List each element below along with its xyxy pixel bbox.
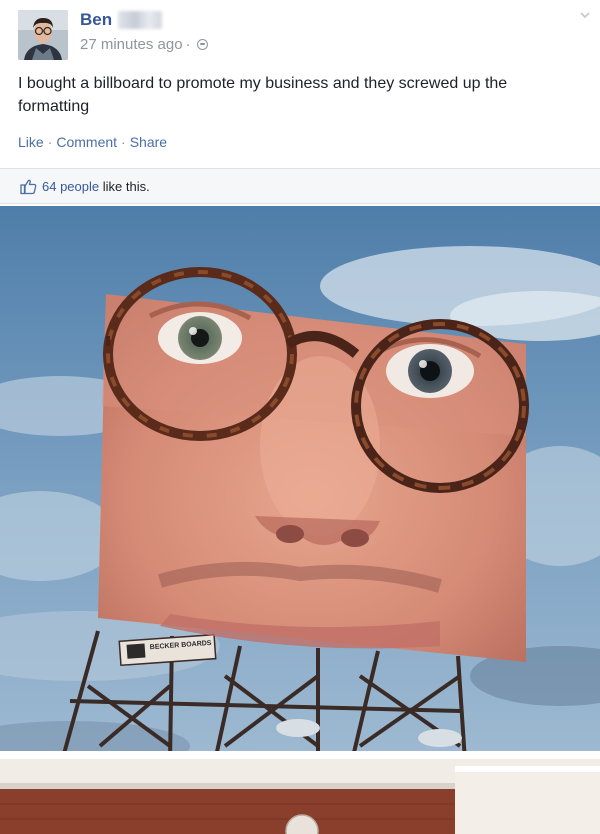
author-name[interactable]: Ben (80, 10, 112, 30)
action-separator: · (121, 134, 126, 150)
globe-icon[interactable] (196, 39, 208, 50)
post-header: Ben 27 minutes ago · (0, 0, 600, 66)
post-text: I bought a billboard to promote my busin… (18, 75, 508, 115)
post-actions: Like · Comment · Share (18, 134, 167, 150)
post-photo[interactable]: BECKER BOARDS (0, 206, 600, 834)
likes-count[interactable]: 64 people (42, 179, 99, 194)
likes-summary: 64 people like this. (42, 179, 150, 194)
timestamp[interactable]: 27 minutes ago (80, 36, 183, 53)
billboard-photo: BECKER BOARDS (0, 206, 600, 834)
likes-bar: 64 people like this. (0, 168, 600, 204)
comment-link[interactable]: Comment (56, 134, 117, 150)
thumbs-up-icon (20, 179, 37, 195)
post-meta: 27 minutes ago · (80, 36, 208, 53)
chevron-down-icon[interactable] (578, 8, 592, 22)
meta-separator: · (185, 36, 191, 53)
share-link[interactable]: Share (130, 134, 167, 150)
avatar[interactable] (18, 10, 68, 60)
like-link[interactable]: Like (18, 134, 44, 150)
likes-suffix: like this. (102, 179, 150, 194)
redacted-surname (118, 11, 162, 29)
action-separator: · (47, 134, 53, 150)
